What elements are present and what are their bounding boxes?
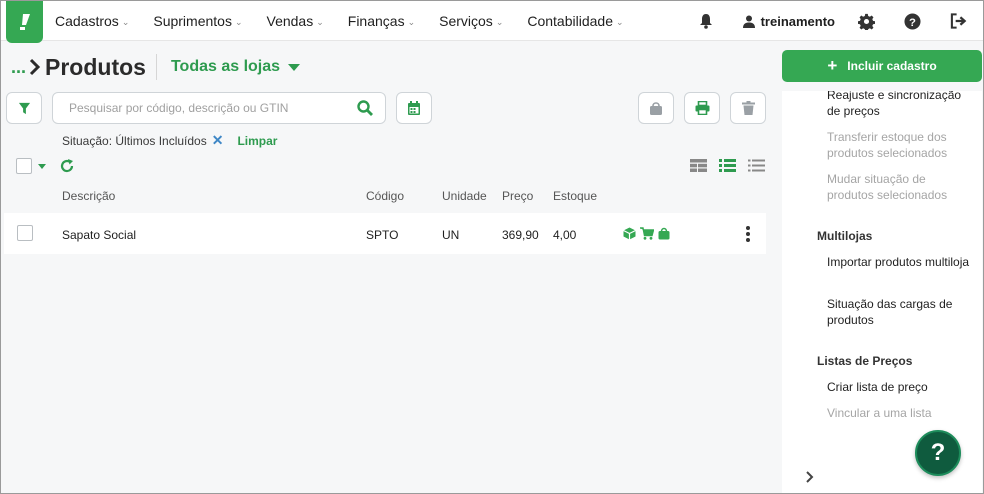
nav-contabilidade[interactable]: Contabilidade ⌄ — [527, 13, 623, 29]
cart-icon[interactable] — [640, 227, 654, 240]
bag-green-icon[interactable] — [658, 227, 670, 240]
nav-suprimentos[interactable]: Suprimentos ⌄ — [153, 13, 242, 29]
chevron-down-icon: ⌄ — [316, 16, 324, 27]
active-filter: Situação: Últimos Incluídos ✕ Limpar — [62, 132, 277, 149]
calendar-button[interactable] — [396, 92, 432, 124]
select-all-checkbox[interactable] — [16, 158, 32, 174]
clear-filters-link[interactable]: Limpar — [237, 134, 277, 148]
panel-item-reajuste[interactable]: Reajuste e sincronização de preços — [827, 91, 975, 119]
top-bar: Cadastros ⌄ Suprimentos ⌄ Vendas ⌄ Finanças… — [1, 1, 983, 43]
list-view-icon[interactable] — [719, 159, 736, 172]
help-circle-icon[interactable]: ? — [901, 10, 923, 32]
user-icon — [742, 15, 755, 28]
store-label: Todas as lojas — [170, 58, 281, 75]
row-status-icons — [623, 227, 674, 240]
nav-label: Finanças — [347, 13, 405, 29]
panel-item-importar-multiloja[interactable]: Importar produtos multiloja — [827, 254, 975, 270]
caret-down-icon — [288, 63, 301, 71]
gear-icon[interactable] — [855, 10, 877, 32]
logo-icon — [19, 14, 30, 30]
filter-text: Situação: Últimos Incluídos — [62, 133, 207, 148]
view-toggle — [690, 159, 777, 172]
bag-icon — [650, 101, 662, 115]
nav-financas[interactable]: Finanças ⌄ — [348, 13, 415, 29]
page-title: Produtos — [45, 53, 146, 80]
filter-icon — [18, 102, 30, 114]
bag-button[interactable] — [638, 92, 674, 124]
column-header-codigo[interactable]: Código — [366, 189, 404, 203]
breadcrumb[interactable]: ... — [11, 57, 41, 78]
panel-item-situacao-cargas[interactable]: Situação das cargas de produtos — [827, 296, 975, 328]
panel-section-multilojas: Multilojas — [817, 229, 873, 243]
search-box — [52, 92, 386, 124]
title-row: ... Produtos Todas as lojas — [11, 51, 301, 83]
chevron-down-icon: ⌄ — [121, 16, 130, 27]
table-row[interactable]: Sapato Social SPTO UN 369,90 4,00 — [4, 213, 766, 254]
plus-icon: + — [827, 56, 838, 75]
user-name: treinamento — [760, 13, 835, 29]
svg-text:?: ? — [909, 16, 916, 28]
nav-vendas[interactable]: Vendas ⌄ — [267, 13, 324, 29]
nav-label: Cadastros — [55, 13, 119, 29]
bell-icon[interactable] — [695, 10, 717, 32]
panel-item-criar-lista[interactable]: Criar lista de preço — [827, 379, 975, 395]
logo[interactable] — [6, 1, 43, 43]
chevron-right-icon[interactable] — [805, 471, 815, 486]
print-button[interactable] — [684, 92, 720, 124]
nav-label: Vendas — [266, 13, 314, 29]
select-options-caret-icon[interactable] — [38, 163, 46, 169]
chevron-right-icon — [29, 58, 41, 76]
include-record-label: Incluir cadastro — [847, 59, 937, 73]
nav-label: Serviços — [439, 13, 493, 29]
panel-item-vincular-lista[interactable]: Vincular a uma lista — [827, 405, 975, 421]
app-window: Cadastros ⌄ Suprimentos ⌄ Vendas ⌄ Finanças… — [0, 0, 984, 494]
chevron-down-icon: ⌄ — [234, 16, 243, 27]
trash-icon — [741, 101, 755, 115]
main-nav: Cadastros ⌄ Suprimentos ⌄ Vendas ⌄ Finanças… — [55, 1, 648, 41]
column-header-estoque[interactable]: Estoque — [553, 189, 597, 203]
actions-panel: Reajuste e sincronização de preços Trans… — [782, 91, 982, 493]
nav-servicos[interactable]: Serviços ⌄ — [439, 13, 503, 29]
chevron-down-icon: ⌄ — [615, 16, 624, 27]
calendar-icon — [408, 100, 420, 115]
column-header-unidade[interactable]: Unidade — [442, 189, 487, 203]
refresh-icon[interactable] — [60, 159, 74, 173]
include-record-button[interactable]: + Incluir cadastro — [782, 50, 982, 82]
store-selector[interactable]: Todas as lojas — [170, 58, 301, 76]
help-fab-label: ? — [930, 439, 946, 466]
filter-button[interactable] — [6, 92, 42, 124]
nav-label: Suprimentos — [153, 13, 232, 29]
row-checkbox[interactable] — [17, 225, 33, 241]
title-divider — [155, 54, 157, 80]
box-icon[interactable] — [623, 227, 636, 240]
compact-list-icon[interactable] — [748, 159, 765, 172]
breadcrumb-label: ... — [11, 56, 27, 77]
column-header-descricao[interactable]: Descrição — [62, 189, 115, 203]
table-view-icon[interactable] — [690, 159, 707, 172]
top-right-actions: treinamento ? — [695, 1, 983, 41]
panel-item-mudar-situacao[interactable]: Mudar situação de produtos selecionados — [827, 171, 975, 203]
remove-filter-icon[interactable]: ✕ — [212, 132, 224, 149]
delete-button[interactable] — [730, 92, 766, 124]
logout-icon[interactable] — [947, 10, 969, 32]
chevron-down-icon: ⌄ — [495, 16, 504, 27]
cell-estoque: 4,00 — [553, 228, 577, 242]
chevron-down-icon: ⌄ — [407, 16, 416, 27]
help-fab-button[interactable]: ? — [915, 430, 961, 476]
cell-unidade: UN — [442, 228, 460, 242]
search-icon[interactable] — [357, 100, 373, 119]
nav-label: Contabilidade — [527, 13, 613, 29]
panel-item-transferir-estoque[interactable]: Transferir estoque dos produtos selecion… — [827, 129, 975, 161]
cell-preco: 369,90 — [502, 228, 539, 242]
cell-descricao: Sapato Social — [62, 228, 137, 242]
column-header-preco[interactable]: Preço — [502, 189, 533, 203]
printer-icon — [695, 101, 709, 115]
panel-section-listas-precos: Listas de Preços — [817, 354, 913, 368]
nav-cadastros[interactable]: Cadastros ⌄ — [55, 13, 129, 29]
kebab-icon[interactable] — [745, 226, 751, 244]
cell-codigo: SPTO — [366, 228, 399, 242]
search-input[interactable] — [69, 101, 349, 115]
user-menu[interactable]: treinamento — [742, 13, 835, 29]
selection-controls — [16, 158, 74, 174]
